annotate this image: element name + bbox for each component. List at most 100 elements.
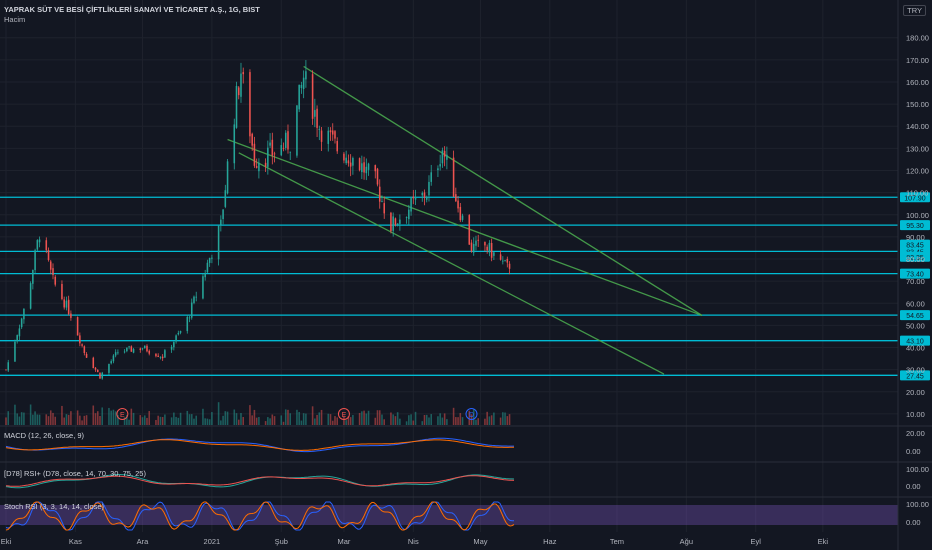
volume-bar <box>76 410 79 425</box>
candle-body <box>405 217 408 218</box>
volume-bar <box>378 410 381 425</box>
candle-body <box>468 215 471 245</box>
candle-body <box>316 108 318 128</box>
volume-bar <box>305 413 307 425</box>
candle-body <box>143 345 146 349</box>
indicator-tick-label: 0.00 <box>906 447 921 456</box>
stock-chart[interactable]: 107.9095.3083.4573.4054.6543.1027.4583.4… <box>0 0 932 550</box>
volume-bar <box>132 412 135 425</box>
indicator-tick-label: 0.00 <box>906 482 921 491</box>
volume-bar <box>161 417 164 425</box>
candle-body <box>70 313 72 318</box>
volume-bar <box>157 415 159 425</box>
candle-body <box>390 212 392 232</box>
volume-bar <box>336 417 339 425</box>
volume-bar <box>376 410 379 425</box>
volume-bar <box>282 421 285 425</box>
y-tick-label: 100.00 <box>906 211 929 220</box>
volume-bar <box>287 409 289 425</box>
volume-bar <box>81 420 83 425</box>
candle-body <box>320 130 323 142</box>
volume-bar <box>394 416 397 425</box>
volume-bar <box>16 413 18 425</box>
candle-body <box>110 361 112 364</box>
volume-bar <box>155 419 157 425</box>
volume-bar <box>443 413 446 425</box>
candle-body <box>141 348 144 350</box>
x-tick-label: May <box>473 537 487 546</box>
candle-body <box>439 164 441 167</box>
candle-body <box>101 372 104 379</box>
candle-body <box>327 130 330 144</box>
volume-bar <box>455 417 457 425</box>
candle-body <box>65 300 68 308</box>
candle-body <box>81 344 83 346</box>
candle-body <box>352 158 354 166</box>
candle-body <box>114 352 117 356</box>
candle-body <box>38 239 41 243</box>
candle-body <box>170 346 173 350</box>
volume-bar <box>271 414 274 425</box>
y-tick-label: 60.00 <box>906 299 925 308</box>
candle-body <box>117 352 119 354</box>
volume-bar <box>36 414 39 425</box>
volume-bar <box>148 411 151 425</box>
volume-bar <box>220 420 222 425</box>
candle-body <box>251 133 253 146</box>
volume-bar <box>18 416 21 425</box>
volume-bar <box>475 419 477 425</box>
candle-body <box>430 172 432 182</box>
volume-bar <box>83 415 86 425</box>
candle-body <box>374 165 377 172</box>
volume-bar <box>284 409 287 425</box>
volume-bar <box>92 405 95 425</box>
candle-body <box>76 317 79 336</box>
candle-body <box>112 355 115 362</box>
currency-button[interactable]: TRY <box>903 5 926 16</box>
volume-bar <box>280 415 283 425</box>
volume-bar <box>504 412 506 425</box>
volume-bar <box>461 417 464 425</box>
volume-bar <box>5 417 7 425</box>
candle-body <box>126 347 128 352</box>
volume-bar <box>327 413 330 425</box>
volume-bar <box>54 416 57 425</box>
candle-body <box>49 261 52 270</box>
candle-body <box>343 153 345 161</box>
candle-body <box>177 332 180 335</box>
x-tick-label: 2021 <box>204 537 221 546</box>
candle-body <box>300 84 303 88</box>
candle-body <box>363 162 365 173</box>
volume-bar <box>195 415 198 425</box>
volume-bar <box>334 416 336 425</box>
candle-body <box>470 242 473 252</box>
indicator-tick-label: 100.00 <box>906 465 929 474</box>
candle-body <box>282 147 285 149</box>
candle-body <box>92 357 95 369</box>
candle-body <box>490 242 493 258</box>
candle-body <box>175 335 177 342</box>
candle-body <box>148 350 151 354</box>
volume-bar <box>14 404 16 425</box>
volume-bar <box>79 415 81 425</box>
volume-bar <box>488 416 491 425</box>
y-tick-label: 20.00 <box>906 388 925 397</box>
volume-bar <box>508 414 511 425</box>
candle-body <box>457 200 459 209</box>
y-tick-label: 150.00 <box>906 100 929 109</box>
candle-body <box>455 194 457 202</box>
volume-bar <box>298 411 300 425</box>
candle-body <box>425 196 428 200</box>
volume-bar <box>20 412 23 425</box>
volume-bar <box>114 411 117 425</box>
candle-body <box>493 252 495 256</box>
volume-bar <box>493 412 495 425</box>
volume-bar <box>128 419 130 425</box>
price-tag-label: 83.45 <box>906 243 924 250</box>
candle-body <box>222 209 224 220</box>
candle-body <box>452 157 455 197</box>
volume-bar <box>202 408 204 425</box>
candle-body <box>94 367 97 370</box>
stoch-band <box>0 505 898 525</box>
candle-body <box>7 362 10 371</box>
